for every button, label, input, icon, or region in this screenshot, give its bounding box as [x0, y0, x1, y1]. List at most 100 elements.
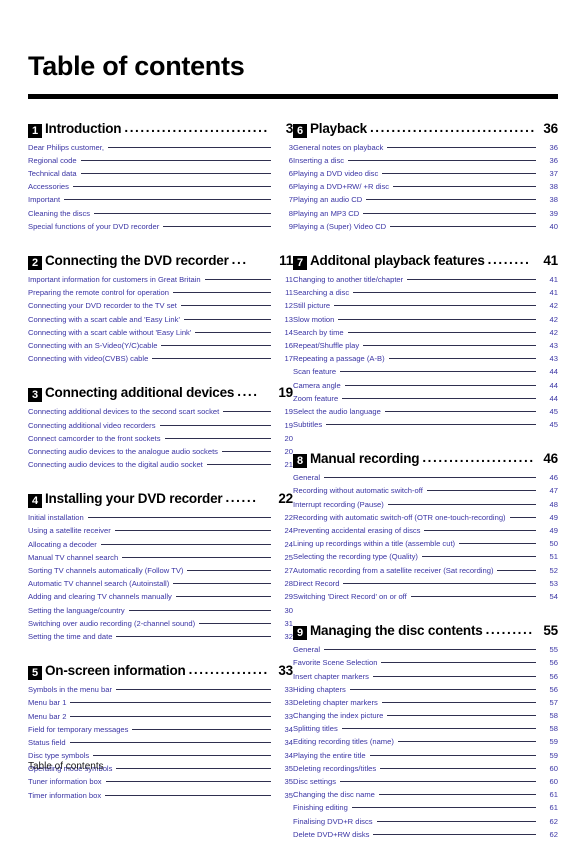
toc-entry[interactable]: Playing an MP3 CD 39: [293, 210, 558, 223]
toc-entry[interactable]: Connecting with video(CVBS) cable 17: [28, 355, 293, 368]
toc-entry[interactable]: Connecting audio devices to the digital …: [28, 461, 293, 474]
toc-entry[interactable]: Search by time 42: [293, 329, 558, 342]
toc-entry[interactable]: Playing a (Super) Video CD 40: [293, 223, 558, 236]
toc-entry[interactable]: Using a satellite receiver 24: [28, 527, 293, 540]
toc-entry[interactable]: Switching 'Direct Record' on or off 54: [293, 593, 558, 606]
toc-entry[interactable]: Menu bar 1 33: [28, 699, 293, 712]
toc-entry[interactable]: Switching over audio recording (2-channe…: [28, 620, 293, 633]
toc-entry[interactable]: Delete DVD+RW disks 62: [293, 831, 558, 844]
section-page-number: 3: [285, 120, 294, 136]
toc-entry[interactable]: Selecting the recording type (Quality) 51: [293, 553, 558, 566]
toc-entry[interactable]: Connecting additional video recorders 19: [28, 421, 293, 435]
toc-entry[interactable]: Automatic recording from a satellite rec…: [293, 566, 558, 580]
toc-entry[interactable]: Connecting your DVD recorder to the TV s…: [28, 302, 293, 315]
toc-entry[interactable]: Connecting with a scart cable without 'E…: [28, 329, 293, 342]
toc-entry[interactable]: Finishing editing 61: [293, 804, 558, 817]
section-number-badge: 6: [293, 123, 307, 138]
toc-entry-label: Changing the index picture: [293, 711, 384, 721]
toc-entry[interactable]: Menu bar 2 33: [28, 712, 293, 726]
toc-entry[interactable]: Zoom feature 44: [293, 395, 558, 408]
toc-entry-label: Direct Record: [293, 578, 340, 588]
toc-entry-page-number: 44: [549, 367, 558, 377]
toc-entry-leader: [116, 635, 271, 637]
toc-entry[interactable]: Playing the entire title 59: [293, 752, 558, 765]
toc-section-heading[interactable]: 7 Additonal playback features........ 41: [293, 253, 558, 270]
toc-entry[interactable]: Editing recording titles (name) 59: [293, 738, 558, 751]
toc-entry-page-number: 36: [549, 142, 558, 152]
section-dot-leader: .........................: [422, 451, 534, 465]
toc-entry[interactable]: Field for temporary messages 34: [28, 726, 293, 739]
toc-entry-page-number: 35: [284, 764, 293, 774]
toc-entry[interactable]: Finalising DVD+R discs 62: [293, 817, 558, 831]
toc-column-right: 6Playback...............................…: [293, 121, 558, 861]
toc-entry-label: Disc type symbols: [28, 751, 90, 761]
toc-section-heading[interactable]: 3 Connecting additional devices.... 19: [28, 385, 293, 403]
toc-entry[interactable]: Changing the disc name 61: [293, 791, 558, 804]
toc-entry[interactable]: General notes on playback 36: [293, 144, 558, 157]
toc-entry-page-number: 22: [284, 513, 293, 523]
toc-entry[interactable]: Interrupt recording (Pause) 48: [293, 501, 558, 514]
toc-section-heading[interactable]: 8Manual recording.......................…: [293, 451, 558, 469]
toc-entry-label: Sorting TV channels automatically (Follo…: [28, 566, 184, 575]
toc-entry-label: Connecting your DVD recorder to the TV s…: [28, 301, 177, 311]
toc-entry[interactable]: Adding and clearing TV channels manually…: [28, 593, 293, 606]
toc-entry-leader: [324, 476, 536, 479]
toc-entry[interactable]: Allocating a decoder 24: [28, 541, 293, 554]
toc-entry-page-number: 38: [549, 195, 558, 205]
toc-entry[interactable]: Hiding chapters 56: [293, 686, 558, 699]
toc-entry-page-number: 21: [284, 460, 293, 470]
toc-entry[interactable]: Setting the time and date 32: [28, 633, 293, 646]
section-number-badge: 5: [28, 666, 42, 681]
toc-entry[interactable]: Connecting additional devices to the sec…: [28, 408, 293, 421]
toc-entry[interactable]: Select the audio language 45: [293, 408, 558, 421]
toc-entry[interactable]: Connect camcorder to the front sockets 20: [28, 435, 293, 448]
toc-entry-leader: [380, 767, 536, 769]
toc-section-heading[interactable]: 1 Introduction...........................…: [28, 120, 294, 138]
toc-entry[interactable]: Connecting with a scart cable and 'Easy …: [28, 315, 293, 329]
toc-entry[interactable]: Cleaning the discs 8: [28, 210, 293, 223]
toc-entry[interactable]: Important 7: [28, 196, 293, 209]
toc-section: 8Manual recording.......................…: [293, 451, 558, 606]
toc-entry[interactable]: Searching a disc 41: [293, 289, 558, 302]
section-page-number: 36: [543, 120, 558, 136]
toc-entry[interactable]: Favorite Scene Selection 56: [293, 659, 558, 672]
toc-entry-leader: [87, 516, 271, 519]
toc-entry[interactable]: Direct Record 53: [293, 580, 558, 593]
toc-entry[interactable]: Playing an audio CD 38: [293, 196, 558, 209]
toc-entry-leader: [326, 423, 536, 426]
toc-entry-leader: [180, 304, 271, 307]
toc-entry[interactable]: Still picture 42: [293, 302, 558, 315]
section-number-badge: 2: [28, 256, 42, 270]
toc-section-heading[interactable]: 9 Managing the disc contents......... 55: [293, 623, 558, 641]
toc-entry-leader: [393, 185, 536, 188]
toc-entry[interactable]: Accessories 6: [28, 183, 293, 196]
toc-entry[interactable]: Special functions of your DVD recorder 9: [28, 223, 293, 236]
toc-entry-page-number: 8: [288, 208, 293, 218]
toc-entry[interactable]: Camera angle 44: [293, 381, 558, 395]
toc-section-heading[interactable]: 5 On-screen information............... 33: [28, 663, 293, 681]
toc-section: 4 Installing your DVD recorder...... 22 Ini…: [28, 491, 293, 646]
toc-entry-label: General notes on playback: [293, 142, 384, 152]
toc-section-heading[interactable]: 4 Installing your DVD recorder...... 22: [28, 491, 293, 509]
toc-entry[interactable]: Insert chapter markers 56: [293, 672, 558, 686]
toc-entry-label: Accessories: [28, 182, 69, 192]
toc-section-heading[interactable]: 2 Connecting the DVD recorder... 11: [28, 253, 293, 270]
toc-section: 7 Additonal playback features........ 41 Ch…: [293, 253, 558, 434]
toc-entry-leader: [107, 146, 271, 148]
toc-entry-page-number: 38: [549, 182, 558, 192]
toc-entry[interactable]: Subtitles 45: [293, 421, 558, 434]
toc-entry[interactable]: Setting the language/country 30: [28, 606, 293, 620]
toc-entry[interactable]: Slow motion 42: [293, 315, 558, 329]
toc-entry[interactable]: Tuner information box 35: [28, 778, 293, 791]
toc-entry-label: Field for temporary messages: [28, 724, 129, 734]
toc-entry[interactable]: Recording without automatic switch-off 47: [293, 487, 558, 500]
toc-entry-page-number: 3: [288, 142, 293, 152]
toc-entry-label: Subtitles: [293, 420, 323, 430]
toc-entry[interactable]: Scan feature 44: [293, 368, 558, 381]
section-title: Connecting additional devices: [45, 385, 235, 401]
toc-entry[interactable]: Timer information box 35: [28, 792, 293, 805]
toc-entry[interactable]: Symbols in the menu bar 33: [28, 686, 293, 699]
toc-section-heading[interactable]: 6Playback...............................…: [293, 120, 558, 138]
section-dot-leader: ......: [225, 491, 258, 505]
toc-entry[interactable]: Dear Philips customer, 3: [28, 144, 293, 157]
